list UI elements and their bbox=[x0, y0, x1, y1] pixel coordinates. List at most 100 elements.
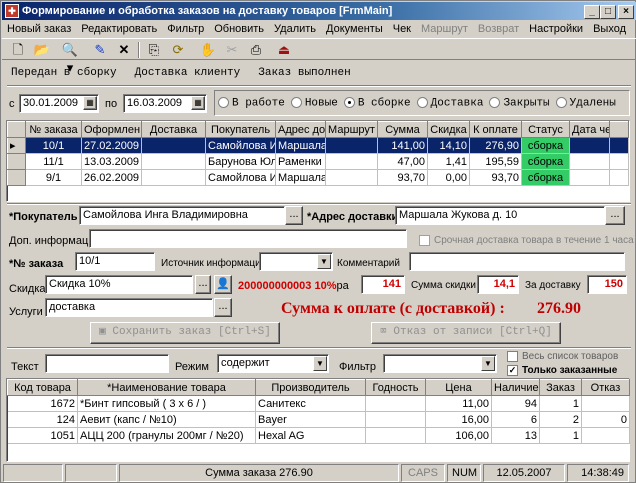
column-header[interactable]: Сумма bbox=[377, 121, 428, 138]
services-field[interactable]: доставка bbox=[45, 298, 213, 317]
column-header[interactable]: Цена bbox=[425, 379, 492, 396]
calendar-icon[interactable]: ▦ bbox=[191, 96, 205, 110]
status-radio[interactable]: В сборке bbox=[343, 96, 411, 109]
column-header[interactable]: Адрес до bbox=[275, 121, 326, 138]
column-header[interactable]: № заказа bbox=[25, 121, 82, 138]
stage-tab[interactable]: Доставка клиенту bbox=[135, 63, 241, 83]
status-radio[interactable]: Удалены bbox=[555, 96, 616, 109]
status-radio[interactable]: В работе bbox=[218, 96, 285, 109]
address-lookup-button[interactable]: ... bbox=[605, 206, 625, 225]
order-row[interactable]: 9/126.02.2009 Самойлова ИнМаршала 93,700,0… bbox=[7, 169, 629, 186]
status-radio[interactable]: Новые bbox=[290, 96, 338, 109]
menu-item[interactable]: Фильтр bbox=[162, 23, 209, 35]
extra-info-field[interactable] bbox=[89, 229, 407, 248]
menu-item[interactable]: Новый заказ bbox=[2, 23, 76, 35]
radio-label: Доставка bbox=[430, 97, 484, 110]
hand-icon[interactable]: ✋ bbox=[198, 41, 218, 59]
new-doc-icon[interactable]: 🗋 bbox=[8, 41, 28, 59]
open-folder-icon[interactable]: 📂 bbox=[32, 41, 52, 59]
card-reader-icon[interactable]: 👤 bbox=[214, 275, 232, 294]
column-header[interactable]: Статус bbox=[521, 121, 570, 138]
search-mode-label: Режим bbox=[175, 361, 209, 373]
goods-row[interactable]: 1672 *Бинт гипсовый ( 3 x 6 / ) Санитекс 11… bbox=[7, 395, 630, 412]
address-field[interactable]: Маршала Жукова д. 10 bbox=[395, 206, 605, 225]
radio-button-icon[interactable] bbox=[555, 96, 567, 108]
menu-item[interactable]: Настройки bbox=[524, 23, 588, 35]
goods-row[interactable]: 124 Аевит (капс / №10) Bayer 16,00 6 2 0 bbox=[7, 411, 630, 428]
stage-tab[interactable]: Передан в сборку bbox=[11, 63, 117, 83]
save-order-button[interactable]: ▣ Сохранить заказ [Ctrl+S] bbox=[90, 322, 280, 344]
calendar-icon[interactable]: ▦ bbox=[83, 96, 97, 110]
menu-item[interactable]: Чек bbox=[388, 23, 416, 35]
column-header[interactable]: Годность bbox=[365, 379, 426, 396]
order-amount-field[interactable]: 141 bbox=[361, 275, 405, 294]
status-bar: Сумма заказа 276.90 CAPS NUM 12.05.2007 … bbox=[2, 463, 636, 483]
radio-button-icon[interactable] bbox=[218, 96, 229, 108]
order-number-field[interactable]: 10/1 bbox=[75, 252, 155, 271]
radio-button-icon[interactable] bbox=[489, 96, 501, 108]
cut-icon[interactable]: ✂ bbox=[222, 41, 242, 59]
filter-select[interactable]: ▼ bbox=[383, 354, 497, 373]
refresh-icon[interactable]: ⟳ bbox=[168, 41, 188, 59]
comment-field[interactable] bbox=[409, 252, 625, 271]
radio-button-icon[interactable] bbox=[416, 96, 428, 108]
menu-item[interactable]: Обновить bbox=[209, 23, 269, 35]
order-cell-address: Раменки bbox=[275, 153, 326, 170]
column-header[interactable]: Доставка bbox=[141, 121, 206, 138]
source-select[interactable]: ▼ bbox=[259, 252, 333, 271]
column-header[interactable]: Оформлен bbox=[81, 121, 142, 138]
discount-lookup-button[interactable]: ... bbox=[195, 275, 211, 294]
buyer-field[interactable]: Самойлова Инга Владимировна bbox=[79, 206, 285, 225]
exit-icon[interactable]: ⏏ bbox=[274, 41, 294, 59]
status-radio[interactable]: Закрыты bbox=[489, 96, 550, 109]
cancel-order-button[interactable]: ⌧ Отказ от записи [Ctrl+Q] bbox=[371, 322, 561, 344]
edit-icon[interactable]: ✎ bbox=[90, 41, 110, 59]
delete-icon[interactable]: ✕ bbox=[114, 41, 134, 59]
discount-field[interactable]: Скидка 10% bbox=[45, 275, 193, 294]
copy-icon[interactable]: ⎘ bbox=[144, 41, 164, 59]
discount-sum-field[interactable]: 14,1 bbox=[477, 275, 519, 294]
menu-item[interactable]: Редактировать bbox=[76, 23, 162, 35]
print-icon[interactable]: ⎙ bbox=[246, 41, 266, 59]
menu-item[interactable]: Выход bbox=[588, 23, 631, 35]
radio-button-icon[interactable] bbox=[343, 96, 355, 108]
chevron-down-icon[interactable]: ▼ bbox=[313, 356, 327, 371]
search-dropdown-icon[interactable]: 🔍▾ bbox=[60, 41, 80, 75]
chevron-down-icon[interactable]: ▼ bbox=[317, 254, 331, 269]
search-mode-select[interactable]: содержит ▼ bbox=[217, 354, 329, 373]
column-header[interactable]: Код товара bbox=[7, 379, 78, 396]
status-radio[interactable]: Доставка bbox=[416, 96, 484, 110]
services-lookup-button[interactable]: ... bbox=[214, 298, 232, 317]
delivery-cost-field[interactable]: 150 bbox=[587, 275, 627, 294]
menu-item[interactable]: Маршрут bbox=[416, 23, 473, 35]
stage-tab[interactable]: Заказ выполнен bbox=[258, 63, 350, 83]
maximize-button[interactable]: □ bbox=[600, 5, 616, 19]
menu-item[interactable]: Возврат bbox=[473, 23, 524, 35]
menu-item[interactable]: Документы bbox=[321, 23, 388, 35]
radio-button-icon[interactable] bbox=[290, 96, 302, 108]
chevron-down-icon[interactable]: ▼ bbox=[481, 356, 495, 371]
column-header[interactable]: Дата чека bbox=[569, 121, 610, 138]
urgent-delivery-checkbox[interactable]: Срочная доставка товара в течение 1 часа bbox=[419, 234, 634, 248]
order-row[interactable]: 11/1 13.03.2009 Барунова Юля Раменки 47,00 1,… bbox=[7, 153, 629, 170]
column-header[interactable]: К оплате bbox=[469, 121, 522, 138]
search-text-field[interactable] bbox=[45, 354, 169, 373]
column-header[interactable]: *Наименование товара bbox=[77, 379, 256, 396]
column-header[interactable]: Наличие bbox=[491, 379, 540, 396]
all-goods-checkbox[interactable]: Весь список товаров bbox=[507, 350, 618, 364]
column-header[interactable]: Производитель bbox=[255, 379, 366, 396]
buyer-lookup-button[interactable]: ... bbox=[285, 206, 303, 225]
column-header[interactable]: Отказ bbox=[581, 379, 630, 396]
column-header[interactable]: Скидка bbox=[427, 121, 470, 138]
goods-cell-stock: 13 bbox=[491, 427, 540, 444]
column-header[interactable]: Покупатель bbox=[205, 121, 276, 138]
close-window-button[interactable]: × bbox=[618, 5, 634, 19]
column-header[interactable]: Маршрут bbox=[325, 121, 378, 138]
minimize-button[interactable]: _ bbox=[584, 5, 600, 19]
ordered-only-checkbox[interactable]: ✓ Только заказанные bbox=[507, 364, 617, 378]
menu-item[interactable]: Удалить bbox=[269, 23, 321, 35]
column-header[interactable]: Заказ bbox=[539, 379, 582, 396]
order-row[interactable]: ▸10/127.02.2009 Самойлова ИнМаршала 141,00… bbox=[7, 137, 629, 154]
goods-row[interactable]: 1051 АЦЦ 200 (гранулы 200мг / №20) Hexal A… bbox=[7, 427, 630, 444]
filter-label: Фильтр bbox=[339, 361, 376, 373]
